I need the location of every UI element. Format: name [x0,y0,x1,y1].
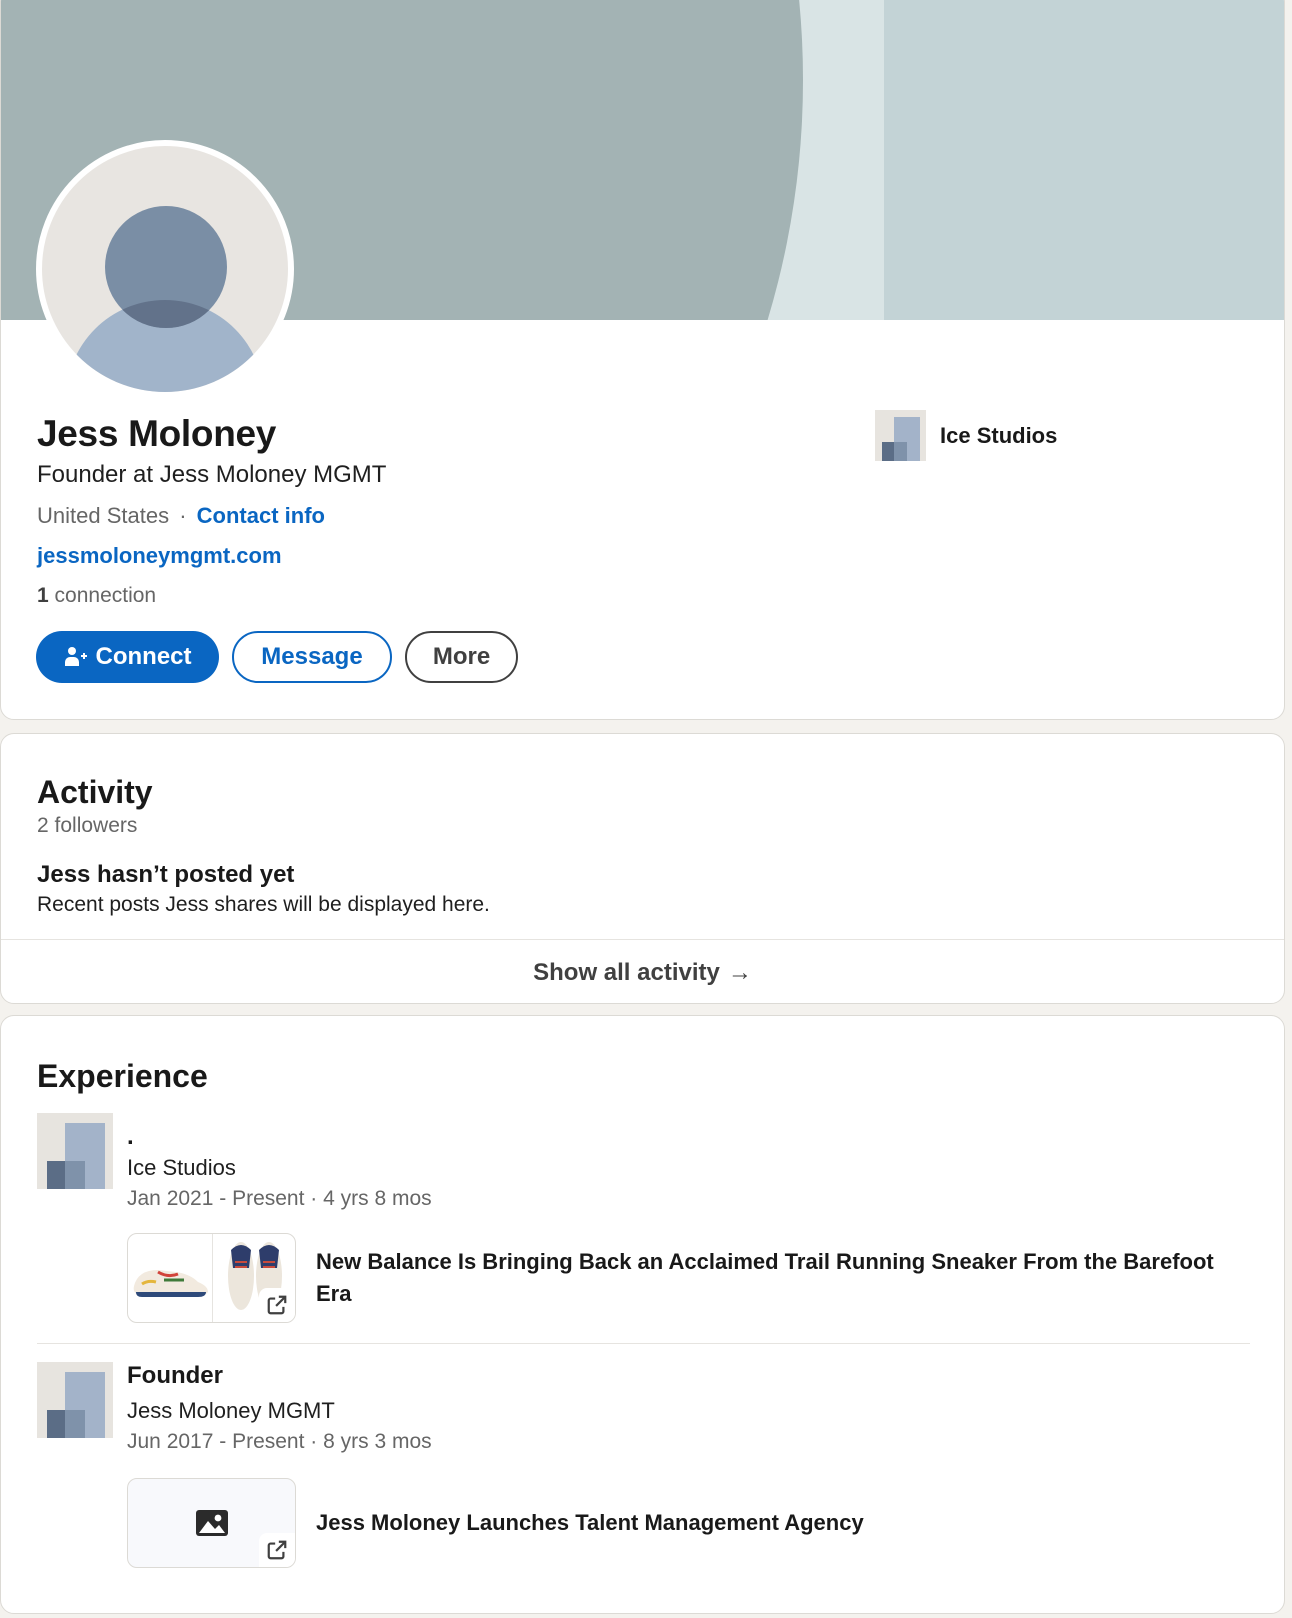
media-thumbnail [127,1233,296,1323]
experience-title: Experience [37,1058,208,1094]
experience-divider [37,1343,1250,1344]
profile-name: Jess Moloney [37,413,277,454]
experience-dates: Jun 2017 - Present · 8 yrs 3 mos [127,1430,432,1453]
media-title: Jess Moloney Launches Talent Management … [316,1510,864,1535]
current-company-name: Ice Studios [940,422,1058,448]
contact-info-link[interactable]: Contact info [197,503,325,528]
sneaker-image-left [128,1234,212,1322]
arrow-right-icon: → [727,958,752,986]
media-title: New Balance Is Bringing Back an Acclaime… [316,1249,1214,1306]
connections-label: connection [54,584,157,607]
separator-dot: · [179,503,187,528]
profile-location: United States [37,503,170,528]
website-link[interactable]: jessmoloneymgmt.com [37,543,282,569]
experience-media-link[interactable]: New Balance Is Bringing Back an Acclaime… [127,1233,1236,1323]
company-logo-icon[interactable] [37,1362,113,1438]
experience-card: Experience . Ice Studios Jan 2021 - Pres… [0,1015,1285,1614]
message-button[interactable]: Message [232,631,392,683]
experience-item: Founder Jess Moloney MGMT Jun 2017 - Pre… [37,1362,1250,1582]
company-logo-icon[interactable] [37,1113,113,1189]
image-icon [195,1510,228,1536]
connect-label: Connect [95,643,192,670]
experience-media-link[interactable]: Jess Moloney Launches Talent Management … [127,1478,1236,1568]
experience-company: Ice Studios [127,1155,236,1180]
activity-title: Activity [37,774,153,810]
show-all-activity-label: Show all activity [533,958,720,986]
activity-card: Activity 2 followers Jess hasn’t posted … [0,733,1285,1004]
external-link-icon [259,1288,295,1322]
show-all-activity-button[interactable]: Show all activity → [1,939,1284,1003]
profile-avatar[interactable] [36,140,294,398]
experience-dates: Jan 2021 - Present · 4 yrs 8 mos [127,1187,432,1210]
no-posts-title: Jess hasn’t posted yet [37,861,295,888]
experience-title-text: Founder [127,1362,223,1389]
location-row: United States · Contact info [37,503,325,529]
profile-top-card: Jess Moloney Founder at Jess Moloney MGM… [0,0,1285,720]
company-logo-icon [875,410,926,461]
connections-count: 1 connection [37,584,156,608]
experience-company: Jess Moloney MGMT [127,1398,335,1423]
external-link-icon [259,1533,295,1567]
person-add-icon [64,647,87,666]
connect-button[interactable]: Connect [36,631,219,683]
connections-number: 1 [37,584,49,607]
more-button[interactable]: More [405,631,518,683]
experience-item: . Ice Studios Jan 2021 - Present · 4 yrs… [37,1113,1250,1328]
no-posts-subtitle: Recent posts Jess shares will be display… [37,893,490,916]
profile-headline: Founder at Jess Moloney MGMT [37,461,387,488]
media-thumbnail [127,1478,296,1568]
current-company-chip[interactable]: Ice Studios [875,410,1057,461]
experience-title-text: . [127,1123,134,1150]
followers-count: 2 followers [37,814,138,837]
